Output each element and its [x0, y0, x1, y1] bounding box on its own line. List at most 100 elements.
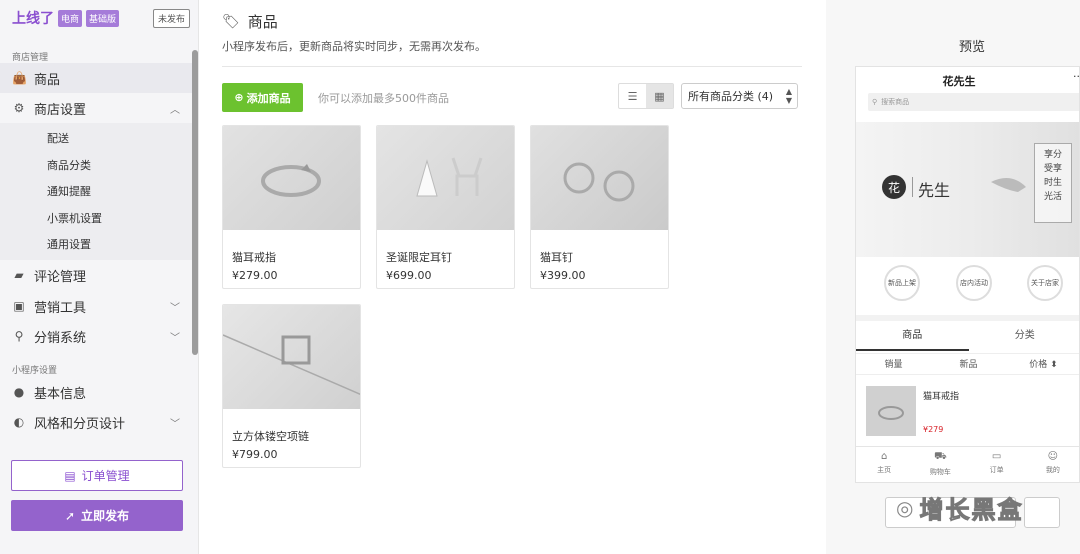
sidebar-item-basic-info[interactable]: ● 基本信息 [0, 377, 192, 407]
plan-tag-ecommerce: 电商 [58, 9, 83, 27]
logo: 上线了 [12, 11, 54, 27]
submenu-item-general[interactable]: 通用设置 [47, 236, 91, 252]
product-image-necklace [223, 305, 360, 409]
sidebar-scrollbar[interactable] [192, 50, 198, 355]
product-price: ¥799.00 [232, 448, 278, 461]
preview-tabbar: ⌂ 主页 ⛟ 购物车 ▭ 订单 ☺ 我的 [856, 446, 1079, 482]
order-management-label: 订单管理 [81, 469, 130, 483]
submenu-item-notification[interactable]: 通知提醒 [47, 183, 91, 199]
submenu-item-delivery[interactable]: 配送 [47, 130, 69, 146]
product-price: ¥279.00 [232, 269, 278, 282]
bird-illustration [991, 178, 1026, 192]
tabbar-orders[interactable]: ▭ 订单 [969, 447, 1025, 482]
palette-icon: ◐ [13, 415, 25, 429]
banner-poem-line: 享分 [1043, 150, 1062, 160]
sidebar-item-marketing[interactable]: ▣ 营销工具 ﹀ [0, 291, 192, 321]
product-image-studs [531, 126, 668, 230]
document-icon: ▭ [991, 451, 1002, 462]
sidebar-item-goods[interactable]: 👜 商品 [0, 63, 192, 93]
add-product-label: 添加商品 [246, 91, 291, 105]
quick-link-about[interactable]: 关于 店家 [1027, 265, 1063, 301]
tab-category[interactable]: 分类 [969, 321, 1080, 351]
brand: 上线了 电商 基础版 [12, 8, 120, 28]
sidebar-item-label: 商店设置 [34, 102, 87, 118]
product-image-ring [223, 126, 360, 230]
cart-icon: ⛟ [934, 451, 947, 462]
category-select-value: 所有商品分类 (4) [688, 90, 774, 103]
comments-icon: ▰ [14, 268, 24, 282]
sidebar-item-reviews[interactable]: ▰ 评论管理 [0, 260, 192, 290]
preview-product-price: ¥279 [923, 425, 944, 434]
tabbar-home[interactable]: ⌂ 主页 [856, 447, 912, 482]
shopping-bag-icon: 👜 [12, 71, 27, 85]
sidebar-item-label: 评论管理 [34, 269, 87, 285]
select-arrow-icon: ▲ ▼ [785, 87, 792, 105]
sidebar-item-store-settings[interactable]: ⚙ 商店设置 ︿ [0, 93, 192, 123]
sidebar: 上线了 电商 基础版 未发布 商店管理 👜 商品 ⚙ 商店设置 ︿ 配送 商品分… [0, 0, 199, 554]
order-management-button[interactable]: ▤ 订单管理 [11, 460, 183, 491]
watermark: ◎ 增长黑盒 [896, 490, 1023, 525]
product-name: 猫耳戒指 [232, 251, 276, 264]
tab-goods[interactable]: 商品 [856, 321, 969, 351]
sort-price[interactable]: 价格 ⬍ [1006, 354, 1079, 374]
sort-new[interactable]: 新品 [931, 354, 1006, 374]
product-card[interactable]: 圣诞限定耳钉 ¥699.00 [376, 125, 515, 289]
product-limit-hint: 你可以添加最多500件商品 [318, 92, 449, 105]
sidebar-item-label: 商品 [34, 72, 61, 88]
tabbar-label: 我的 [1045, 466, 1060, 474]
preview-product-name: 猫耳戒指 [923, 392, 960, 402]
product-price: ¥699.00 [386, 269, 432, 282]
sort-sales[interactable]: 销量 [856, 354, 931, 374]
search-placeholder: 搜索商品 [881, 98, 910, 106]
add-product-button[interactable]: ⊕ 添加商品 [222, 83, 303, 112]
submenu-store-settings: 配送 商品分类 通知提醒 小票机设置 通用设置 [0, 123, 192, 260]
sidebar-item-distribution[interactable]: ⚲ 分销系统 ﹀ [0, 321, 192, 351]
list-view-icon[interactable]: ☰ [619, 84, 646, 108]
banner-poem: 享分 受享 时生 光活 [1034, 143, 1072, 223]
gears-icon: ⚙ [13, 101, 25, 115]
page-title: 🏷 商品 [222, 11, 278, 32]
preview-title: 预览 [959, 40, 986, 55]
grid-view-icon[interactable]: ▦ [646, 84, 673, 108]
product-image-earrings [377, 126, 514, 230]
preview-sort-bar: 销量 新品 价格 ⬍ [856, 353, 1079, 375]
submenu-item-printer[interactable]: 小票机设置 [47, 210, 102, 226]
product-card[interactable]: 猫耳钉 ¥399.00 [530, 125, 669, 289]
tabbar-label: 订单 [989, 466, 1004, 474]
quick-link-activity[interactable]: 店内 活动 [956, 265, 992, 301]
tag-icon: 🏷 [222, 13, 240, 30]
publish-now-button[interactable]: ➚ 立即发布 [11, 500, 183, 531]
gift-icon: ▣ [13, 299, 25, 313]
search-icon: ⚲ [872, 98, 878, 106]
section-label-miniprogram: 小程序设置 [12, 366, 58, 376]
sidebar-item-label: 营销工具 [34, 300, 87, 316]
sitemap-icon: ⚲ [14, 329, 24, 343]
watermark-text: 增长黑盒 [919, 496, 1024, 525]
publish-now-label: 立即发布 [81, 509, 130, 523]
chevron-up-icon: ︿ [170, 104, 180, 116]
preview-panel: 预览 花先生 ··· ⚲ 搜索商品 花 先生 享分 受享 时生 光活 [826, 0, 1080, 554]
sidebar-item-style-design[interactable]: ◐ 风格和分页设计 ﹀ [0, 407, 192, 437]
sidebar-item-label: 分销系统 [34, 330, 87, 346]
banner-poem-line: 受享 [1043, 164, 1062, 174]
wechat-icon: ◎ [896, 495, 914, 520]
product-name: 立方体镂空项链 [232, 430, 309, 443]
chevron-down-icon: ﹀ [170, 332, 180, 344]
quick-links: 新品 上架 店内 活动 关于 店家 [856, 257, 1079, 317]
banner-poem-line: 光活 [1043, 192, 1062, 202]
tabbar-profile[interactable]: ☺ 我的 [1025, 447, 1079, 482]
preview-secondary-button[interactable] [1024, 497, 1060, 528]
category-select[interactable]: 所有商品分类 (4) ▲ ▼ [681, 83, 798, 109]
sidebar-item-label: 风格和分页设计 [34, 416, 126, 432]
product-card[interactable]: 立方体镂空项链 ¥799.00 [222, 304, 361, 468]
tabbar-label: 主页 [877, 466, 892, 474]
submenu-item-category[interactable]: 商品分类 [47, 157, 91, 173]
main-content: 🏷 商品 小程序发布后，更新商品将实时同步，无需再次发布。 ⊕ 添加商品 你可以… [199, 0, 826, 554]
product-name: 圣诞限定耳钉 [386, 251, 452, 264]
product-card[interactable]: 猫耳戒指 ¥279.00 [222, 125, 361, 289]
tabbar-cart[interactable]: ⛟ 购物车 [912, 447, 968, 482]
app-window: 上线了 电商 基础版 未发布 商店管理 👜 商品 ⚙ 商店设置 ︿ 配送 商品分… [0, 0, 1080, 554]
home-icon: ⌂ [880, 451, 888, 462]
page-description: 小程序发布后，更新商品将实时同步，无需再次发布。 [222, 40, 486, 53]
quick-link-new[interactable]: 新品 上架 [884, 265, 920, 301]
